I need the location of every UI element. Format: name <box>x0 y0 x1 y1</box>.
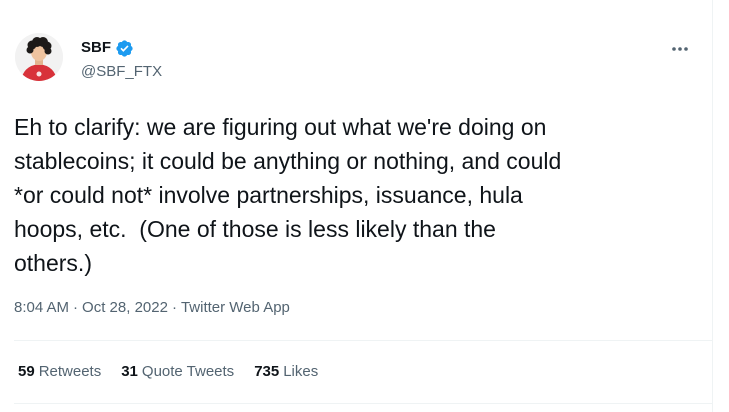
avatar[interactable] <box>15 33 63 81</box>
divider <box>14 340 712 341</box>
quote-tweets-label: Quote Tweets <box>141 363 235 380</box>
tweet-date[interactable]: Oct 28, 2022 <box>82 298 168 318</box>
verified-badge-icon <box>115 39 134 58</box>
avatar-image <box>15 33 63 81</box>
tweet-meta: 8:04 AM · Oct 28, 2022 · Twitter Web App <box>14 298 290 318</box>
column-border <box>712 0 713 412</box>
likes-count: 735 <box>254 363 280 380</box>
quote-tweets-stat[interactable]: 31 Quote Tweets <box>121 362 234 382</box>
tweet-time[interactable]: 8:04 AM <box>14 298 69 318</box>
likes-stat[interactable]: 735 Likes <box>254 362 318 382</box>
retweets-stat[interactable]: 59 Retweets <box>18 362 101 382</box>
more-options-icon <box>672 47 688 51</box>
engagement-stats: 59 Retweets 31 Quote Tweets 735 Likes <box>18 362 318 382</box>
retweets-count: 59 <box>18 363 35 380</box>
more-options-button[interactable] <box>663 36 697 62</box>
tweet-text: Eh to clarify: we are figuring out what … <box>14 114 562 276</box>
author-name-row[interactable]: SBF <box>81 38 134 58</box>
meta-separator: · <box>73 299 79 316</box>
tweet-source[interactable]: Twitter Web App <box>181 298 290 318</box>
divider <box>14 403 712 404</box>
author-handle[interactable]: @SBF_FTX <box>81 62 162 82</box>
likes-label: Likes <box>283 363 319 380</box>
display-name: SBF <box>81 39 111 56</box>
tweet-container: SBF @SBF_FTX Eh to clarify: we are figur… <box>0 0 712 412</box>
quote-tweets-count: 31 <box>121 363 138 380</box>
meta-separator: · <box>171 299 177 316</box>
retweets-label: Retweets <box>38 363 102 380</box>
